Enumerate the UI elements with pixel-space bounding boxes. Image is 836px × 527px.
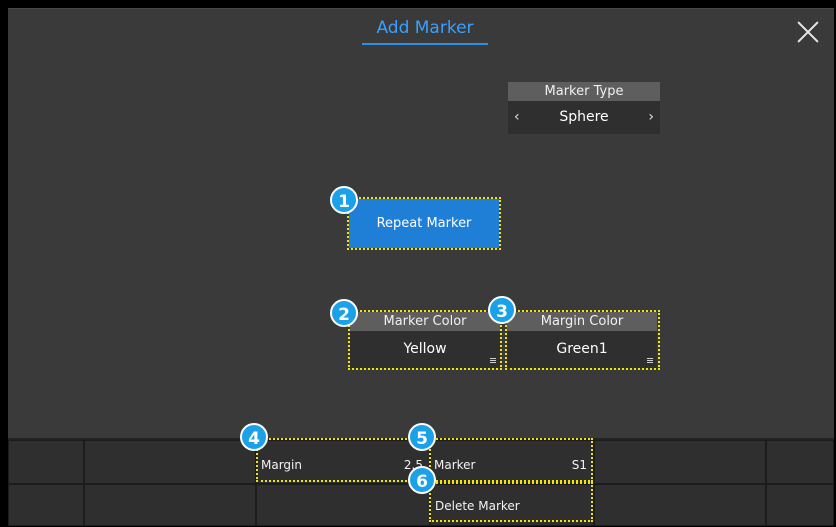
callout-badge-4: 4 [240, 423, 268, 451]
dialog-title: Add Marker [376, 18, 474, 38]
highlight-outline [348, 310, 502, 370]
marker-type-selector[interactable]: Marker Type ‹ Sphere › [508, 82, 660, 134]
chevron-right-icon[interactable]: › [648, 101, 654, 134]
callout-badge-2: 2 [330, 299, 358, 327]
marker-type-value: Sphere [559, 109, 609, 125]
softkey-empty [256, 484, 430, 526]
softkey-empty [594, 440, 766, 484]
softkey-empty [594, 484, 766, 526]
softkey-empty [8, 484, 84, 526]
softkey-empty [766, 440, 834, 484]
close-icon[interactable] [793, 17, 823, 47]
callout-badge-1: 1 [330, 186, 358, 214]
highlight-outline [347, 197, 501, 250]
softkey-empty [84, 440, 256, 484]
screen: Add Marker Marker Type ‹ Sphere › Repeat… [0, 0, 836, 527]
highlight-outline [256, 438, 431, 482]
marker-type-body[interactable]: ‹ Sphere › [508, 101, 660, 134]
callout-badge-5: 5 [408, 423, 436, 451]
highlight-outline [429, 438, 593, 482]
softkey-empty [8, 440, 84, 484]
callout-badge-6: 6 [408, 466, 436, 494]
highlight-outline [429, 482, 593, 522]
marker-type-label: Marker Type [508, 82, 660, 101]
callout-badge-3: 3 [488, 296, 516, 324]
title-underline [362, 43, 488, 45]
softkey-empty [84, 484, 256, 526]
highlight-outline [505, 310, 660, 370]
softkey-empty [766, 484, 834, 526]
